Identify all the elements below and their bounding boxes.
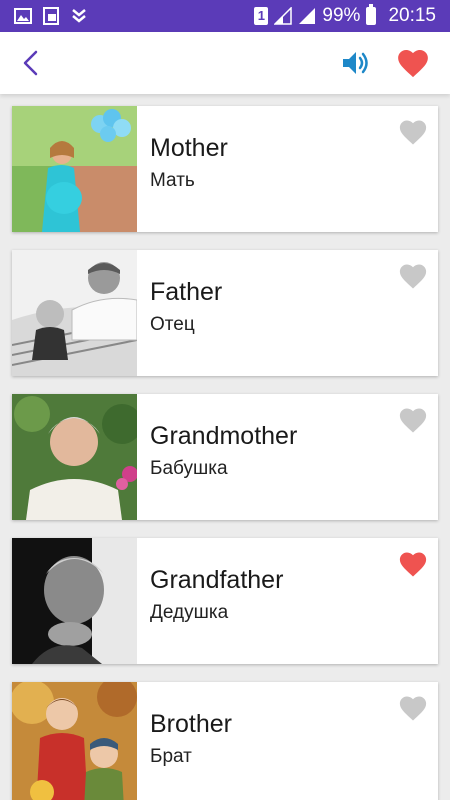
battery-percent: 99%	[322, 5, 361, 26]
favorite-toggle[interactable]	[398, 694, 428, 722]
word-english: Brother	[150, 710, 232, 738]
heart-outline-icon	[399, 120, 427, 145]
word-english: Mother	[150, 134, 228, 162]
word-card-grandfather[interactable]: Grandfather Дедушка	[12, 538, 438, 664]
back-button[interactable]	[16, 47, 50, 79]
favorite-toggle[interactable]	[398, 118, 428, 146]
favorite-toggle[interactable]	[398, 550, 428, 578]
gallery-icon	[14, 8, 32, 24]
back-arrow-icon	[23, 50, 38, 76]
download-done-icon	[72, 9, 86, 23]
word-photo-mother	[12, 106, 137, 232]
word-translation: Брат	[150, 746, 192, 767]
heart-icon	[398, 49, 428, 78]
status-system: 1 99% 20:15	[254, 0, 436, 32]
word-photo-grandfather	[12, 538, 137, 664]
speaker-icon	[343, 52, 368, 74]
word-translation: Бабушка	[150, 458, 228, 479]
word-card-mother[interactable]: Mother Мать	[12, 106, 438, 232]
heart-filled-icon	[399, 552, 427, 577]
word-card-grandmother[interactable]: Grandmother Бабушка	[12, 394, 438, 520]
word-english: Grandfather	[150, 566, 284, 594]
word-photo-grandmother	[12, 394, 137, 520]
word-translation: Дедушка	[150, 602, 229, 623]
sound-button[interactable]	[340, 47, 374, 79]
battery-icon	[366, 4, 377, 25]
word-english: Father	[150, 278, 223, 306]
heart-outline-icon	[399, 696, 427, 721]
word-english: Grandmother	[150, 422, 298, 450]
favorite-toggle[interactable]	[398, 406, 428, 434]
word-card-brother[interactable]: Brother Брат	[12, 682, 438, 800]
favorite-toggle[interactable]	[398, 262, 428, 290]
app-bar	[0, 32, 450, 94]
signal-icon-2	[299, 8, 316, 24]
status-notifications	[14, 0, 88, 32]
word-translation: Мать	[150, 170, 195, 191]
sim-slot-badge: 1	[254, 7, 269, 25]
clock: 20:15	[388, 5, 436, 26]
status-bar: 1 99% 20:15	[0, 0, 450, 32]
signal-icon-1	[274, 7, 293, 25]
word-photo-father	[12, 250, 137, 376]
heart-outline-icon	[399, 264, 427, 289]
word-card-father[interactable]: Father Отец	[12, 250, 438, 376]
word-list: Mother Мать Father Отец Grandmother Бабу…	[0, 94, 450, 800]
favorites-button[interactable]	[396, 47, 430, 79]
heart-outline-icon	[399, 408, 427, 433]
sim-card-icon	[43, 7, 59, 25]
word-photo-brother	[12, 682, 137, 800]
word-translation: Отец	[150, 314, 195, 335]
